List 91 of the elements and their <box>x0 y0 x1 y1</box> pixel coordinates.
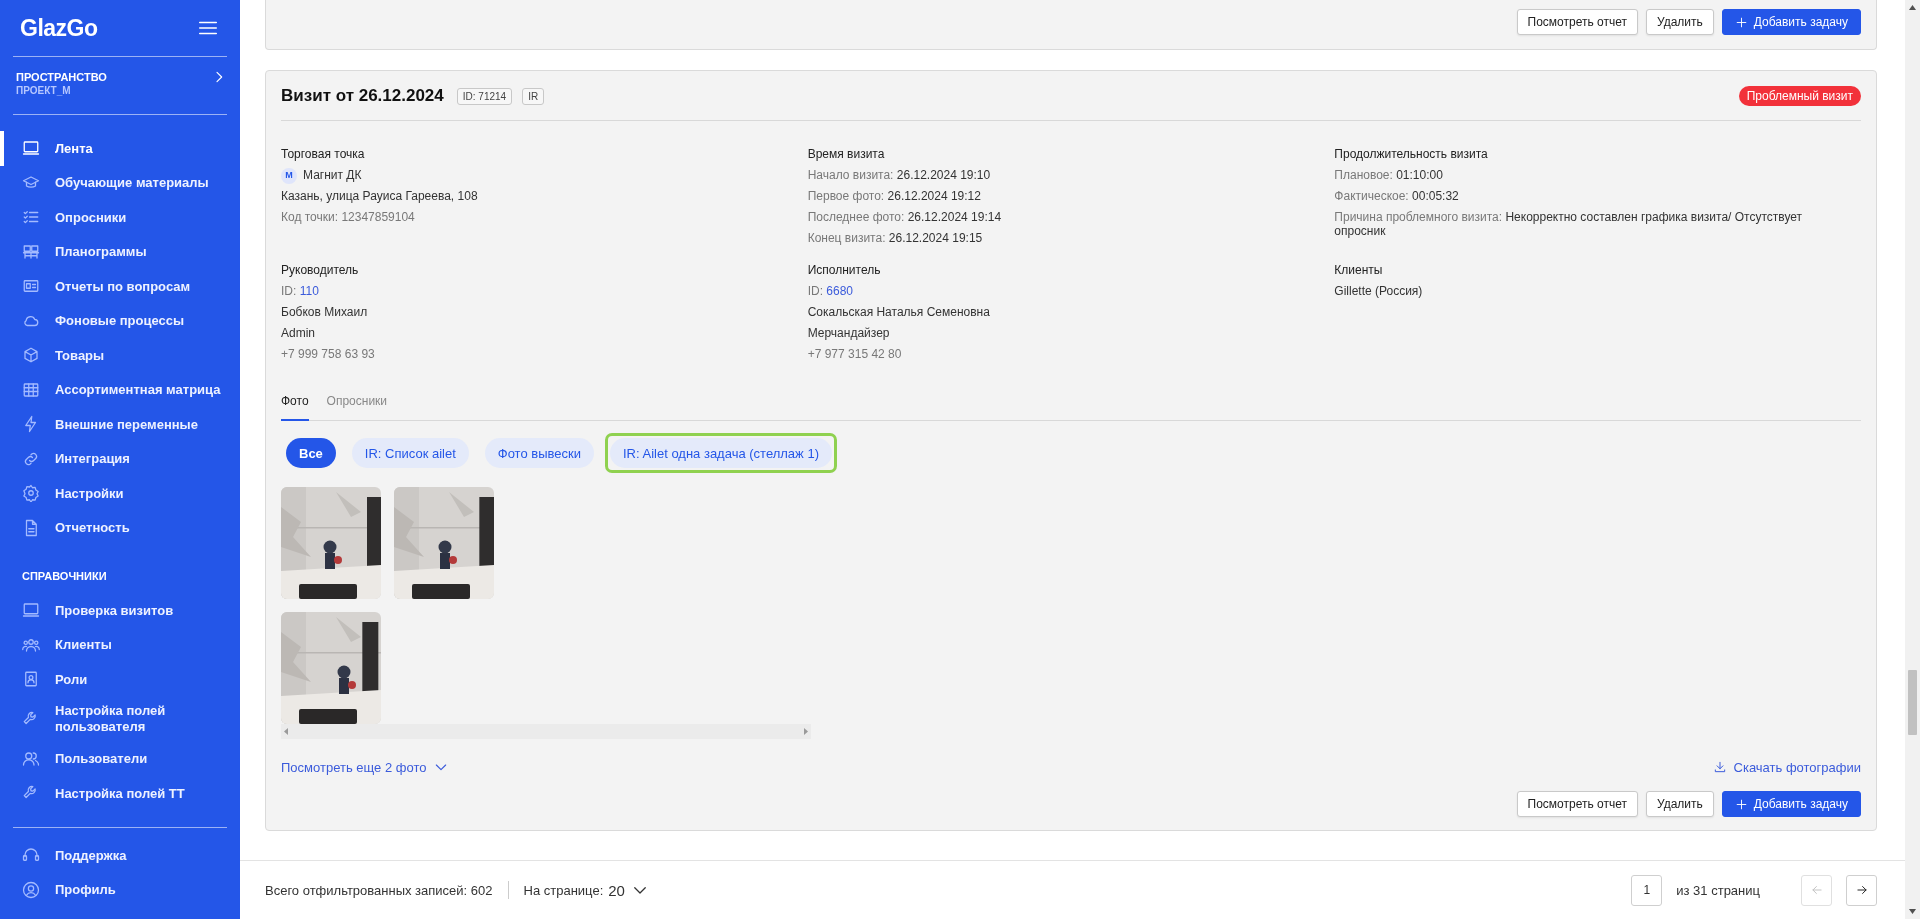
per-page-label: На странице: <box>523 882 604 898</box>
plus-icon <box>1734 15 1748 29</box>
workspace-selector[interactable]: ПРОСТРАНСТВО ПРОЕКТ_М <box>13 57 227 115</box>
next-page-button[interactable] <box>1846 874 1877 906</box>
sidebar-item[interactable]: Настройка полей пользователя <box>0 696 240 742</box>
section-heading: Исполнитель <box>807 262 882 279</box>
sidebar-item[interactable]: Интеграция <box>0 441 240 476</box>
tag: ID: 71214 <box>456 87 513 105</box>
arrow-left-icon <box>1809 883 1824 897</box>
info-text: Фактическое: 00:05:32 <box>1334 188 1460 205</box>
info-text: Начало визита: 26.12.2024 19:10 <box>807 167 992 184</box>
info-text: Мерчандайзер <box>807 325 891 342</box>
visit-title: Визит от 26.12.2024 <box>281 86 444 106</box>
info-text: Бобков Михаил <box>281 304 369 321</box>
id-link[interactable]: 110 <box>299 284 319 298</box>
info-label: ID: <box>807 284 823 298</box>
action-button[interactable]: Удалить <box>1645 9 1714 35</box>
download-link[interactable]: Скачать фотографии <box>1712 759 1861 775</box>
sidebar-item[interactable]: Поддержка <box>13 838 227 873</box>
info-text: Код точки: 12347859104 <box>281 209 416 226</box>
sidebar-item[interactable]: Лента <box>0 131 240 166</box>
sidebar-item[interactable]: Настройка полей ТТ <box>0 776 240 811</box>
monitor-icon <box>22 139 40 158</box>
section-title: СПРАВОЧНИКИ <box>21 569 108 584</box>
add-task-button[interactable]: Добавить задачу <box>1721 9 1861 35</box>
info-text: Первое фото: 26.12.2024 19:12 <box>807 188 982 205</box>
arrow-right-icon <box>1854 883 1869 897</box>
page-scrollbar[interactable] <box>1905 0 1920 919</box>
tag: IR <box>522 87 545 105</box>
info-text: +7 977 315 42 80 <box>807 346 903 363</box>
monitor-icon <box>22 601 40 620</box>
info-text: Gillette (Россия) <box>1334 283 1424 300</box>
tab[interactable]: Фото <box>281 385 309 421</box>
tab[interactable]: Опросники <box>326 385 388 421</box>
info-text: Последнее фото: 26.12.2024 19:14 <box>807 209 1003 226</box>
info-text: Сокальская Наталья Семеновна <box>807 304 991 321</box>
show-more-link[interactable]: Посмотреть еще 2 фото <box>281 759 450 775</box>
sidebar-item[interactable]: Проверка визитов <box>0 593 240 628</box>
users-icon <box>22 749 40 768</box>
settings-icon <box>22 484 40 503</box>
plus-icon <box>1734 797 1748 811</box>
sidebar-item[interactable]: Ассортиментная матрица <box>0 372 240 407</box>
sidebar-item[interactable]: Внешние переменные <box>0 407 240 442</box>
logo: GlazGo <box>20 14 98 42</box>
sidebar-item[interactable]: Профиль <box>13 872 227 907</box>
sidebar-item[interactable]: Опросники <box>0 200 240 235</box>
store-name: Магнит ДК <box>303 167 362 184</box>
info-text: Причина проблемного визита: Некорректно составлен графика визита/ Отсутствует опросник <box>1334 209 1804 238</box>
horizontal-scrollbar[interactable] <box>281 724 811 739</box>
info-text: Конец визита: 26.12.2024 19:15 <box>807 230 984 247</box>
download-icon <box>1712 760 1727 774</box>
sidebar-item[interactable]: Обучающие материалы <box>0 165 240 200</box>
sidebar-item[interactable]: Товары <box>0 338 240 373</box>
section-heading: Клиенты <box>1334 262 1384 279</box>
store-avatar: М <box>281 167 297 184</box>
sidebar-item[interactable]: Клиенты <box>0 627 240 662</box>
per-page-select[interactable]: 20 <box>603 881 649 899</box>
section-heading: Время визита <box>807 146 886 163</box>
section-heading: Торговая точка <box>281 146 366 163</box>
info-text: Казань, улица Рауиса Гареева, 108 <box>281 188 479 205</box>
cube-icon <box>22 346 40 365</box>
info-text: Плановое: 01:10:00 <box>1334 167 1444 184</box>
action-button[interactable]: Удалить <box>1645 791 1714 817</box>
sidebar-item[interactable]: Планограммы <box>0 234 240 269</box>
sidebar-item[interactable]: Пользователи <box>0 741 240 776</box>
id-link[interactable]: 6680 <box>826 284 854 298</box>
info-label: ID: <box>281 284 297 298</box>
section-heading: Продолжительность визита <box>1334 146 1489 163</box>
filter-chip[interactable]: IR: Список ailet <box>351 438 469 468</box>
sidebar-item[interactable]: Настройки <box>0 476 240 511</box>
shelves-icon <box>22 242 40 261</box>
info-text: +7 999 758 63 93 <box>281 346 376 363</box>
status-badge: Проблемный визит <box>1738 86 1861 106</box>
section-heading: Руководитель <box>281 262 360 279</box>
sidebar-item[interactable]: Роли <box>0 662 240 697</box>
table-icon <box>22 380 40 399</box>
badge-icon <box>22 670 40 689</box>
filter-chip[interactable]: IR: Ailet одна задача (стеллаж 1) <box>609 438 832 468</box>
sidebar-item[interactable]: Фоновые процессы <box>0 303 240 338</box>
sidebar-item[interactable]: Отчеты по вопросам <box>0 269 240 304</box>
filter-chip[interactable]: Все <box>286 438 336 468</box>
page-input[interactable]: 1 <box>1631 874 1663 906</box>
page-count-text: из 31 страниц <box>1676 882 1760 898</box>
action-button[interactable]: Посмотреть отчет <box>1516 9 1638 35</box>
total-count-text: Всего отфильтрованных записей: 602 <box>265 882 493 898</box>
info-text: Admin <box>281 325 316 342</box>
action-button[interactable]: Посмотреть отчет <box>1516 791 1638 817</box>
sidebar-item[interactable]: Отчетность <box>0 510 240 545</box>
add-task-button[interactable]: Добавить задачу <box>1721 791 1861 817</box>
filter-chip[interactable]: Фото вывески <box>484 438 594 468</box>
user-circle-icon <box>22 880 40 899</box>
